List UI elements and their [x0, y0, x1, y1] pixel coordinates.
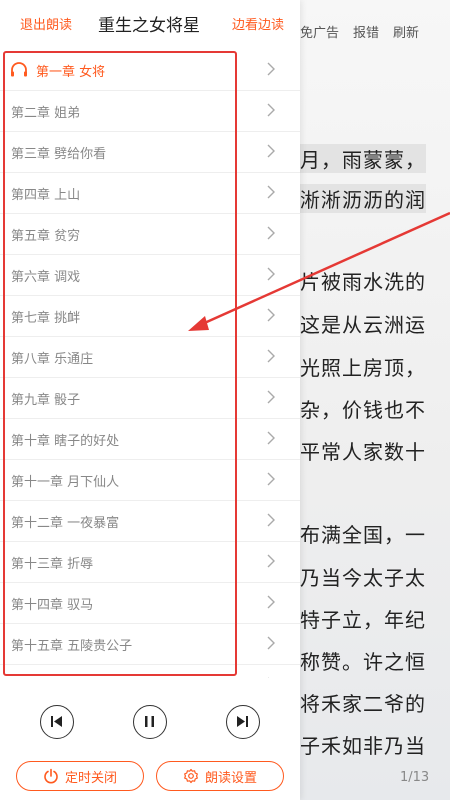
chevron-right-icon [267, 554, 275, 568]
chevron-right-icon [267, 308, 275, 322]
chapter-title: 第八章 乐通庄 [11, 352, 94, 367]
reading-settings-label: 朗读设置 [204, 770, 257, 786]
refresh-button[interactable]: 刷新 [393, 22, 419, 41]
chapter-title: 第二章 姐弟 [11, 106, 81, 121]
gear-icon [184, 768, 198, 784]
timer-close-label: 定时关闭 [64, 770, 117, 786]
chapter-item[interactable]: 第七章 挑衅 [0, 296, 300, 337]
chapter-title: 第四章 上山 [11, 188, 81, 203]
chapter-title: 第七章 挑衅 [11, 311, 81, 326]
reader-line: 特子立，年纪 [300, 608, 426, 632]
pause-icon [145, 716, 154, 727]
chapter-item[interactable]: 第九章 骰子 [0, 378, 300, 419]
chapter-item[interactable]: 第十章 瞎子的好处 [0, 419, 300, 460]
chevron-right-icon [267, 267, 275, 281]
read-while-listen-button[interactable]: 边看边读 [232, 14, 284, 33]
chevron-right-icon [267, 349, 275, 363]
chapter-title: 第十二章 一夜暴富 [11, 516, 120, 531]
chapter-title: 第十六章 赠马 [11, 676, 93, 678]
chapter-drawer: 退出朗读 重生之女将星 边看边读 第一章 女将第二章 姐弟第三章 劈给你看 第四章… [0, 0, 300, 800]
chevron-right-icon [267, 390, 275, 404]
pause-button[interactable] [133, 705, 167, 739]
chapter-item[interactable]: 第十四章 驭马 [0, 583, 300, 624]
chevron-right-icon [267, 431, 275, 445]
chapter-item[interactable]: 第十三章 折辱 [0, 542, 300, 583]
chapter-title: 第五章 贫穷 [11, 229, 81, 244]
chapter-title: 第十四章 驭马 [11, 598, 94, 613]
skip-next-icon [237, 716, 248, 727]
reader-line: 布满全国，一 [300, 523, 426, 547]
chapter-title: 第一章 女将 [36, 65, 106, 80]
chapter-title: 第六章 调戏 [11, 270, 81, 285]
chapter-list[interactable]: 第一章 女将第二章 姐弟第三章 劈给你看 第四章 上山 第五章 贫穷 第六章 调戏 第七… [0, 50, 300, 678]
chevron-right-icon [267, 62, 275, 76]
chapter-title: 第三章 劈给你看 [11, 147, 107, 162]
reader-line: 子禾如非乃当 [300, 734, 426, 758]
timer-close-button[interactable]: 定时关闭 [16, 761, 144, 791]
reader-line: 称赞。许之恒 [300, 650, 426, 674]
reader-line: 淅淅沥沥的润 [300, 184, 426, 213]
reader-line: 月，雨蒙蒙， [300, 144, 426, 173]
reader-top-actions: 免广告 报错 刷新 [300, 22, 450, 41]
page-indicator: 1/13 [400, 770, 430, 785]
reader-line: 这是从云洲运 [300, 313, 426, 337]
reader-line: 光照上房顶， [300, 356, 426, 380]
chapter-title: 第九章 骰子 [11, 393, 81, 408]
chapter-title: 第十三章 折辱 [11, 557, 94, 572]
chevron-right-icon [267, 595, 275, 609]
reader-line: 片被雨水洗的 [300, 270, 426, 294]
chapter-title: 第十章 瞎子的好处 [11, 434, 120, 449]
chevron-right-icon [267, 226, 275, 240]
chapter-item[interactable]: 第六章 调戏 [0, 255, 300, 296]
remove-ads-button[interactable]: 免广告 [300, 22, 339, 41]
chapter-item[interactable]: 第二章 姐弟 [0, 91, 300, 132]
chapter-item[interactable]: 第八章 乐通庄 [0, 337, 300, 378]
skip-previous-icon [51, 716, 62, 727]
reader-line: 将禾家二爷的 [300, 692, 426, 716]
chapter-title: 第十五章 五陵贵公子 [11, 639, 133, 654]
reader-line: 平常人家数十 [300, 440, 426, 464]
exit-reading-button[interactable]: 退出朗读 [20, 14, 72, 33]
book-title: 重生之女将星 [98, 16, 200, 36]
previous-chapter-button[interactable] [40, 705, 74, 739]
reader-line: 乃当今太子太 [300, 566, 426, 590]
chevron-right-icon [267, 513, 275, 527]
chevron-right-icon [268, 677, 269, 678]
chapter-item[interactable]: 第十一章 月下仙人 [0, 460, 300, 501]
chevron-right-icon [267, 185, 275, 199]
headphone-icon [11, 62, 27, 77]
reading-settings-button[interactable]: 朗读设置 [156, 761, 284, 791]
chevron-right-icon [267, 144, 275, 158]
chapter-item[interactable]: 第十六章 赠马 [0, 665, 300, 678]
chapter-title: 第十一章 月下仙人 [11, 475, 120, 490]
chapter-item[interactable]: 第三章 劈给你看 [0, 132, 300, 173]
chapter-item[interactable]: 第十二章 一夜暴富 [0, 501, 300, 542]
chapter-item[interactable]: 第十五章 五陵贵公子 [0, 624, 300, 665]
chapter-item[interactable]: 第五章 贫穷 [0, 214, 300, 255]
chapter-item[interactable]: 第一章 女将 [0, 50, 300, 91]
reader-line: 杂，价钱也不 [300, 398, 426, 422]
chevron-right-icon [267, 103, 275, 117]
chevron-right-icon [267, 472, 275, 486]
drawer-header: 退出朗读 重生之女将星 边看边读 [0, 0, 300, 44]
chevron-right-icon [267, 636, 275, 650]
power-icon [44, 768, 58, 784]
chapter-item[interactable]: 第四章 上山 [0, 173, 300, 214]
next-chapter-button[interactable] [226, 705, 260, 739]
report-error-button[interactable]: 报错 [353, 22, 379, 41]
